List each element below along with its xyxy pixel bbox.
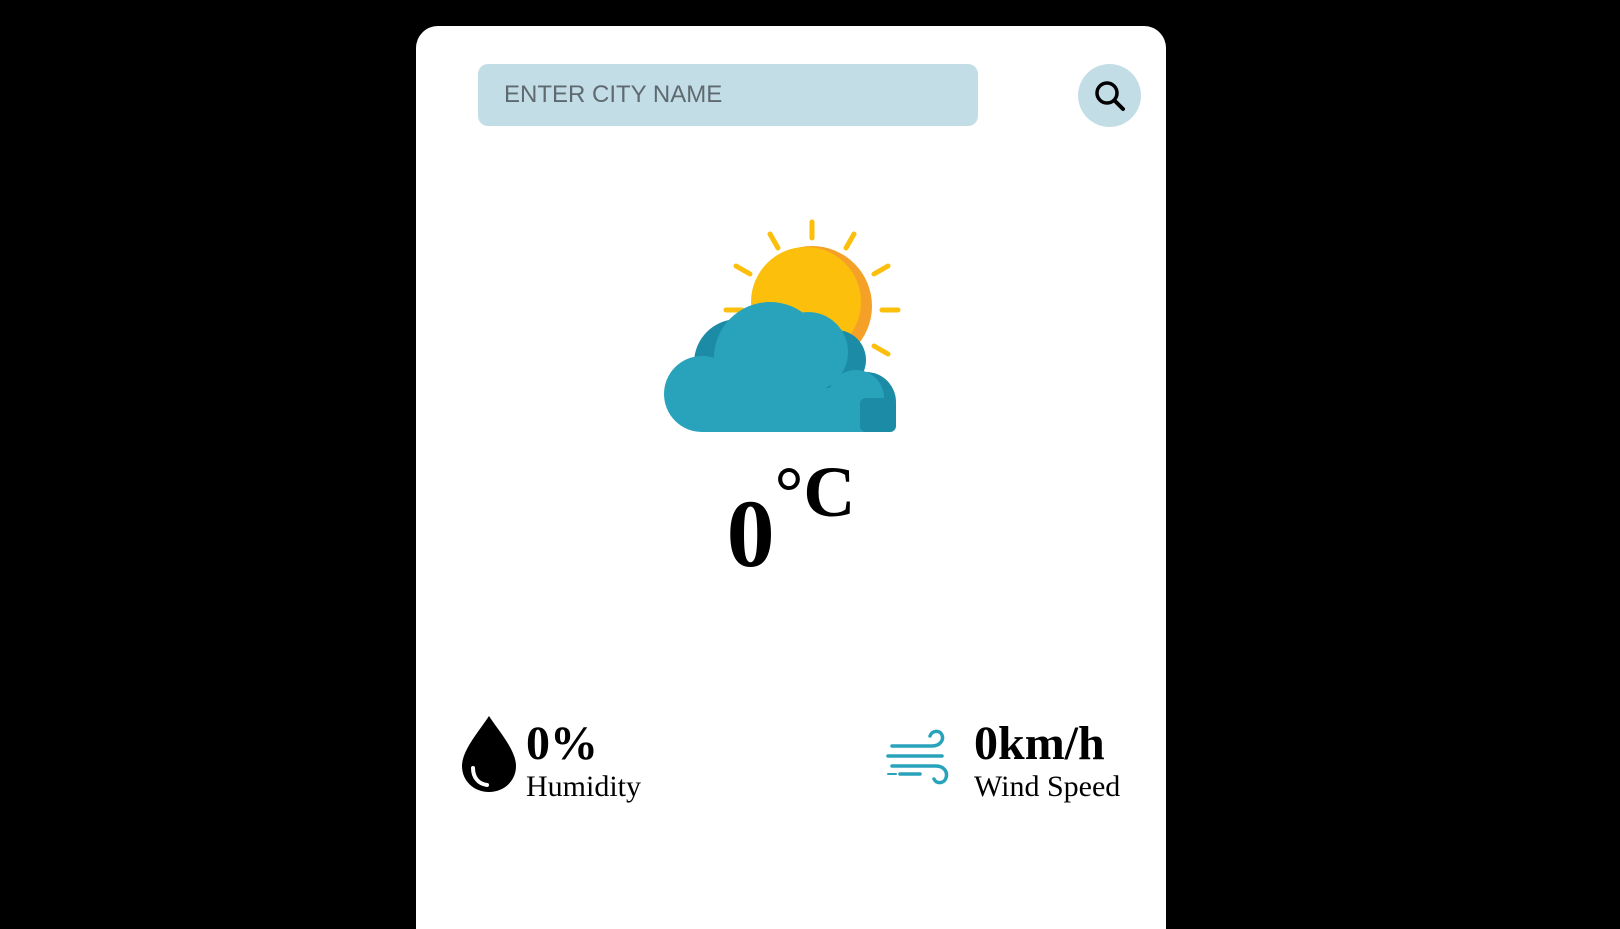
weather-card: 0°C 0% Humidity 0km/h Wind Speed — [416, 26, 1166, 929]
city-search-input[interactable] — [478, 64, 978, 126]
water-drop-icon — [462, 716, 516, 792]
humidity-value: 0% — [526, 717, 598, 770]
humidity-stat: 0% Humidity — [460, 714, 641, 802]
wind-speed-value: 0km/h — [974, 717, 1105, 770]
wind-icon — [886, 729, 949, 785]
search-icon — [1094, 80, 1125, 111]
humidity-label: Humidity — [526, 770, 642, 803]
search-button[interactable] — [1078, 64, 1141, 127]
partly-cloudy-icon — [664, 219, 901, 432]
wind-speed-label: Wind Speed — [974, 770, 1121, 803]
temperature-value: 0 — [726, 480, 775, 587]
temperature-display: 0°C — [416, 456, 1166, 582]
temperature-unit: °C — [774, 452, 856, 532]
wind-stat: 0km/h Wind Speed — [886, 714, 1120, 802]
